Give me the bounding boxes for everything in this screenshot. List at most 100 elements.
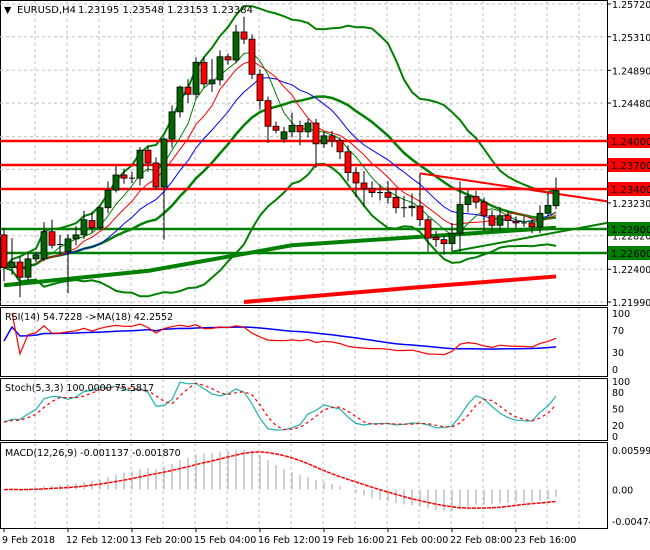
- candle-body: [32, 254, 40, 260]
- candle-body: [200, 61, 208, 85]
- candle-body: [288, 125, 296, 133]
- candle-body: [464, 196, 472, 205]
- candle-body: [120, 174, 128, 179]
- rsi-axis-label: 30: [612, 348, 624, 359]
- candle[interactable]: [48, 219, 56, 249]
- candle[interactable]: [320, 131, 328, 148]
- candle-body: [256, 73, 264, 102]
- rsi-title: RSI(14) 54.7228 ->MA(18) 42.2552: [5, 312, 173, 323]
- rsi-axis-label: 70: [612, 326, 624, 337]
- candle-body: [312, 122, 320, 145]
- candle[interactable]: [432, 230, 440, 247]
- candle-body: [224, 56, 232, 61]
- candle-body: [280, 131, 288, 140]
- candle[interactable]: [104, 181, 112, 214]
- candle[interactable]: [480, 197, 488, 231]
- candle[interactable]: [64, 234, 72, 294]
- candle[interactable]: [288, 112, 296, 138]
- stoch-title: Stoch(5,3,3) 100.0000 75.5817: [5, 383, 154, 394]
- candle-body: [432, 236, 440, 241]
- candle[interactable]: [392, 188, 400, 214]
- candle[interactable]: [129, 171, 135, 183]
- slow-ma-green: [3, 225, 557, 288]
- dropdown-arrow-icon[interactable]: ▼: [4, 5, 12, 16]
- candle[interactable]: [472, 190, 480, 209]
- candle-body: [144, 149, 152, 164]
- macd-signal-line: [3, 451, 557, 509]
- candle[interactable]: [248, 34, 256, 80]
- candle-body: [440, 239, 448, 245]
- candle-body: [328, 135, 336, 142]
- panel-main-frame: [0, 0, 608, 306]
- candle[interactable]: [216, 50, 224, 86]
- candle[interactable]: [304, 119, 312, 138]
- candle-body: [80, 219, 88, 236]
- candle[interactable]: [192, 57, 200, 98]
- candle[interactable]: [96, 206, 104, 230]
- price-axis-label: 1.25310: [612, 33, 650, 44]
- stoch-axis-label: 20: [612, 421, 624, 432]
- candle[interactable]: [384, 181, 392, 204]
- candle[interactable]: [368, 181, 376, 198]
- candle[interactable]: [24, 251, 32, 281]
- candle[interactable]: [112, 165, 120, 193]
- candle-body: [304, 122, 312, 133]
- ma-fast-line: [3, 51, 557, 270]
- candle-body: [512, 220, 520, 224]
- price-axis-label: 1.24480: [612, 99, 650, 110]
- candle-body: [552, 190, 560, 207]
- candle[interactable]: [312, 119, 320, 168]
- candle-body: [408, 205, 416, 209]
- candle-body: [344, 151, 352, 173]
- candle-body: [24, 258, 32, 278]
- candle-body: [536, 212, 544, 228]
- candle[interactable]: [256, 69, 264, 110]
- candle-body: [216, 56, 224, 81]
- candle[interactable]: [1, 227, 8, 282]
- candle[interactable]: [240, 16, 248, 44]
- candle[interactable]: [136, 147, 144, 186]
- candle-body: [152, 162, 160, 188]
- time-axis-label: 16 Feb 12:00: [258, 535, 320, 546]
- candle[interactable]: [152, 157, 160, 190]
- candle-body: [472, 196, 480, 203]
- level-price-label: 1.23400: [611, 185, 650, 196]
- candle-body: [208, 79, 216, 85]
- candle-body: [192, 61, 200, 95]
- candle-body: [40, 231, 48, 260]
- candle-body: [16, 261, 24, 278]
- candle[interactable]: [208, 59, 216, 92]
- candle[interactable]: [448, 222, 456, 252]
- candle-body: [480, 201, 488, 217]
- candle-body: [368, 188, 376, 193]
- candle-body: [184, 86, 192, 95]
- candle[interactable]: [408, 193, 416, 217]
- time-axis-label: 22 Feb 08:00: [450, 535, 512, 546]
- candle[interactable]: [224, 53, 232, 65]
- candle[interactable]: [272, 121, 280, 134]
- candle[interactable]: [264, 96, 272, 144]
- candle-body: [160, 138, 168, 188]
- candle-body: [272, 125, 280, 131]
- candle[interactable]: [424, 216, 432, 252]
- macd-axis-label: -0.004746: [612, 517, 650, 528]
- price-axis-label: 1.24890: [612, 66, 650, 77]
- candle-body: [528, 222, 536, 228]
- candle[interactable]: [16, 256, 24, 298]
- candle-body: [64, 238, 72, 253]
- rsi-ma-line: [3, 325, 557, 350]
- candle[interactable]: [232, 24, 240, 64]
- macd-histogram: [11, 450, 557, 512]
- trading-chart[interactable]: 1.257201.253101.248901.244801.232301.228…: [0, 0, 650, 550]
- candle[interactable]: [176, 85, 184, 118]
- macd-axis-label: 0.00: [612, 486, 633, 497]
- candle[interactable]: [544, 192, 552, 218]
- candle-body: [232, 31, 240, 61]
- candle[interactable]: [552, 177, 560, 210]
- time-axis-label: 12 Feb 12:00: [66, 535, 128, 546]
- time-axis-label: 13 Feb 20:00: [130, 535, 192, 546]
- candle-body: [96, 207, 104, 229]
- candle[interactable]: [336, 137, 344, 159]
- candle-body: [352, 172, 360, 184]
- candle-body: [1, 234, 8, 269]
